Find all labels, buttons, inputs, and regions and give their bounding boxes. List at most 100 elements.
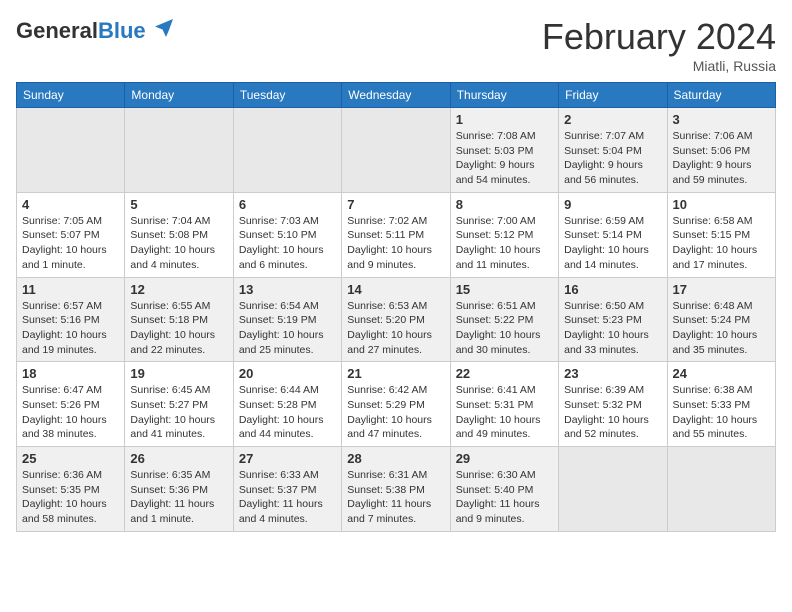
day-info: Sunrise: 6:53 AM Sunset: 5:20 PM Dayligh…: [347, 299, 444, 358]
calendar-week-row: 1 Sunrise: 7:08 AM Sunset: 5:03 PM Daylig…: [17, 108, 776, 193]
calendar-week-row: 4 Sunrise: 7:05 AM Sunset: 5:07 PM Daylig…: [17, 192, 776, 277]
logo-general: General: [16, 18, 98, 43]
calendar-cell: 20 Sunrise: 6:44 AM Sunset: 5:28 PM Dayli…: [233, 362, 341, 447]
logo: GeneralBlue: [16, 16, 176, 45]
day-number: 23: [564, 366, 661, 381]
calendar-cell: 22Sunrise: 6:41 AM Sunset: 5:31 PM Dayli…: [450, 362, 558, 447]
day-number: 24: [673, 366, 770, 381]
day-info: Sunrise: 6:50 AM Sunset: 5:23 PM Dayligh…: [564, 299, 661, 358]
calendar-cell: [667, 447, 775, 532]
calendar-cell: 15 Sunrise: 6:51 AM Sunset: 5:22 PM Dayli…: [450, 277, 558, 362]
day-info: Sunrise: 6:59 AM Sunset: 5:14 PM Dayligh…: [564, 214, 661, 273]
day-number: 22: [456, 366, 553, 381]
month-title: February 2024: [542, 16, 776, 58]
day-info: Sunrise: 6:35 AM Sunset: 5:36 PM Dayligh…: [130, 468, 227, 527]
day-number: 4: [22, 197, 119, 212]
day-info: Sunrise: 7:05 AM Sunset: 5:07 PM Dayligh…: [22, 214, 119, 273]
day-info: Sunrise: 6:44 AM Sunset: 5:28 PM Dayligh…: [239, 383, 336, 442]
col-header-thursday: Thursday: [450, 83, 558, 108]
calendar-cell: 21 Sunrise: 6:42 AM Sunset: 5:29 PM Dayli…: [342, 362, 450, 447]
day-info: Sunrise: 7:04 AM Sunset: 5:08 PM Dayligh…: [130, 214, 227, 273]
col-header-tuesday: Tuesday: [233, 83, 341, 108]
day-info: Sunrise: 7:00 AM Sunset: 5:12 PM Dayligh…: [456, 214, 553, 273]
calendar-cell: 10 Sunrise: 6:58 AM Sunset: 5:15 PM Dayli…: [667, 192, 775, 277]
day-number: 3: [673, 112, 770, 127]
col-header-monday: Monday: [125, 83, 233, 108]
calendar-cell: 16 Sunrise: 6:50 AM Sunset: 5:23 PM Dayli…: [559, 277, 667, 362]
day-info: Sunrise: 6:48 AM Sunset: 5:24 PM Dayligh…: [673, 299, 770, 358]
day-info: Sunrise: 6:55 AM Sunset: 5:18 PM Dayligh…: [130, 299, 227, 358]
day-number: 25: [22, 451, 119, 466]
day-number: 16: [564, 282, 661, 297]
calendar-cell: 4 Sunrise: 7:05 AM Sunset: 5:07 PM Daylig…: [17, 192, 125, 277]
calendar-cell: 13Sunrise: 6:54 AM Sunset: 5:19 PM Dayli…: [233, 277, 341, 362]
calendar-cell: 1 Sunrise: 7:08 AM Sunset: 5:03 PM Daylig…: [450, 108, 558, 193]
calendar-cell: 19 Sunrise: 6:45 AM Sunset: 5:27 PM Dayli…: [125, 362, 233, 447]
calendar-cell: 12 Sunrise: 6:55 AM Sunset: 5:18 PM Dayli…: [125, 277, 233, 362]
calendar-cell: 28 Sunrise: 6:31 AM Sunset: 5:38 PM Dayli…: [342, 447, 450, 532]
calendar-cell: [233, 108, 341, 193]
calendar-cell: 3 Sunrise: 7:06 AM Sunset: 5:06 PM Daylig…: [667, 108, 775, 193]
day-number: 29: [456, 451, 553, 466]
calendar-cell: 23Sunrise: 6:39 AM Sunset: 5:32 PM Dayli…: [559, 362, 667, 447]
day-info: Sunrise: 6:51 AM Sunset: 5:22 PM Dayligh…: [456, 299, 553, 358]
calendar-cell: 25 Sunrise: 6:36 AM Sunset: 5:35 PM Dayli…: [17, 447, 125, 532]
logo-blue: Blue: [98, 18, 146, 43]
col-header-wednesday: Wednesday: [342, 83, 450, 108]
logo-bird-icon: [152, 16, 176, 45]
calendar-cell: 7 Sunrise: 7:02 AM Sunset: 5:11 PM Daylig…: [342, 192, 450, 277]
col-header-friday: Friday: [559, 83, 667, 108]
day-number: 5: [130, 197, 227, 212]
calendar-cell: 14Sunrise: 6:53 AM Sunset: 5:20 PM Dayli…: [342, 277, 450, 362]
day-info: Sunrise: 7:07 AM Sunset: 5:04 PM Dayligh…: [564, 129, 661, 188]
day-info: Sunrise: 6:58 AM Sunset: 5:15 PM Dayligh…: [673, 214, 770, 273]
day-info: Sunrise: 6:57 AM Sunset: 5:16 PM Dayligh…: [22, 299, 119, 358]
day-info: Sunrise: 7:02 AM Sunset: 5:11 PM Dayligh…: [347, 214, 444, 273]
day-info: Sunrise: 7:03 AM Sunset: 5:10 PM Dayligh…: [239, 214, 336, 273]
day-number: 27: [239, 451, 336, 466]
day-number: 11: [22, 282, 119, 297]
calendar-cell: 2 Sunrise: 7:07 AM Sunset: 5:04 PM Daylig…: [559, 108, 667, 193]
calendar-cell: [559, 447, 667, 532]
day-info: Sunrise: 7:06 AM Sunset: 5:06 PM Dayligh…: [673, 129, 770, 188]
day-info: Sunrise: 6:38 AM Sunset: 5:33 PM Dayligh…: [673, 383, 770, 442]
location: Miatli, Russia: [542, 58, 776, 74]
day-number: 6: [239, 197, 336, 212]
day-number: 20: [239, 366, 336, 381]
day-number: 18: [22, 366, 119, 381]
day-number: 12: [130, 282, 227, 297]
day-number: 9: [564, 197, 661, 212]
day-number: 7: [347, 197, 444, 212]
day-number: 28: [347, 451, 444, 466]
day-info: Sunrise: 7:08 AM Sunset: 5:03 PM Dayligh…: [456, 129, 553, 188]
calendar-cell: 6 Sunrise: 7:03 AM Sunset: 5:10 PM Daylig…: [233, 192, 341, 277]
day-number: 21: [347, 366, 444, 381]
calendar-header-row: SundayMondayTuesdayWednesdayThursdayFrid…: [17, 83, 776, 108]
day-info: Sunrise: 6:30 AM Sunset: 5:40 PM Dayligh…: [456, 468, 553, 527]
calendar-cell: [17, 108, 125, 193]
day-number: 15: [456, 282, 553, 297]
calendar-cell: [125, 108, 233, 193]
calendar-cell: 8Sunrise: 7:00 AM Sunset: 5:12 PM Daylig…: [450, 192, 558, 277]
day-info: Sunrise: 6:45 AM Sunset: 5:27 PM Dayligh…: [130, 383, 227, 442]
calendar-cell: 9 Sunrise: 6:59 AM Sunset: 5:14 PM Daylig…: [559, 192, 667, 277]
calendar-cell: 24 Sunrise: 6:38 AM Sunset: 5:33 PM Dayli…: [667, 362, 775, 447]
calendar-cell: [342, 108, 450, 193]
day-number: 10: [673, 197, 770, 212]
day-number: 19: [130, 366, 227, 381]
day-info: Sunrise: 6:31 AM Sunset: 5:38 PM Dayligh…: [347, 468, 444, 527]
day-number: 2: [564, 112, 661, 127]
day-info: Sunrise: 6:42 AM Sunset: 5:29 PM Dayligh…: [347, 383, 444, 442]
title-section: February 2024 Miatli, Russia: [542, 16, 776, 74]
calendar-week-row: 25 Sunrise: 6:36 AM Sunset: 5:35 PM Dayli…: [17, 447, 776, 532]
calendar-cell: 5 Sunrise: 7:04 AM Sunset: 5:08 PM Daylig…: [125, 192, 233, 277]
calendar-cell: 26Sunrise: 6:35 AM Sunset: 5:36 PM Dayli…: [125, 447, 233, 532]
day-info: Sunrise: 6:36 AM Sunset: 5:35 PM Dayligh…: [22, 468, 119, 527]
calendar-cell: 27Sunrise: 6:33 AM Sunset: 5:37 PM Dayli…: [233, 447, 341, 532]
day-number: 17: [673, 282, 770, 297]
calendar-cell: 11 Sunrise: 6:57 AM Sunset: 5:16 PM Dayli…: [17, 277, 125, 362]
calendar-table: SundayMondayTuesdayWednesdayThursdayFrid…: [16, 82, 776, 532]
day-number: 13: [239, 282, 336, 297]
day-number: 1: [456, 112, 553, 127]
col-header-saturday: Saturday: [667, 83, 775, 108]
